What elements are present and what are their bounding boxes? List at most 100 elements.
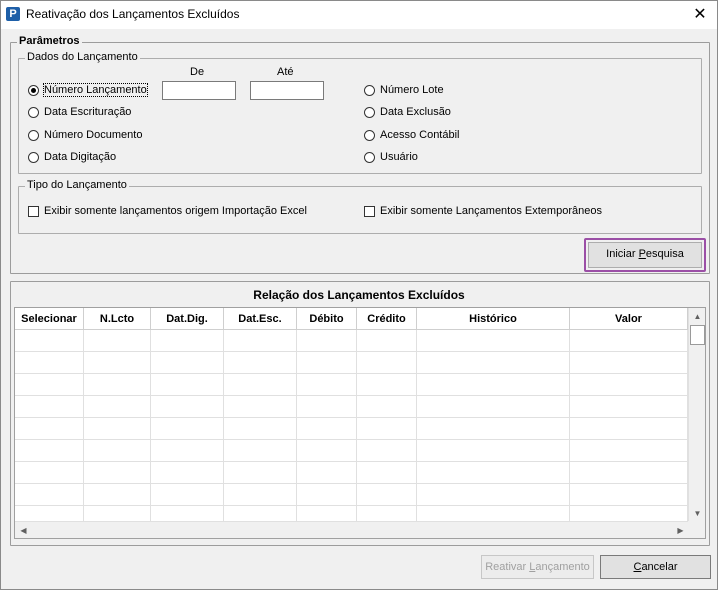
radio-icon[interactable]	[28, 84, 39, 96]
table-cell[interactable]	[151, 374, 224, 396]
table-cell[interactable]	[357, 462, 417, 484]
table-cell[interactable]	[570, 374, 688, 396]
table-cell[interactable]	[570, 396, 688, 418]
table-cell[interactable]	[570, 352, 688, 374]
table-cell[interactable]	[297, 440, 357, 462]
table-cell[interactable]	[297, 418, 357, 440]
ate-input[interactable]	[250, 81, 324, 100]
table-cell[interactable]	[15, 484, 84, 506]
column-header-valor[interactable]: Valor	[570, 308, 688, 330]
scroll-right-icon[interactable]: ▶	[672, 522, 689, 538]
table-cell[interactable]	[417, 440, 570, 462]
table-row[interactable]	[15, 396, 688, 418]
table-cell[interactable]	[224, 440, 297, 462]
table-cell[interactable]	[357, 418, 417, 440]
checkbox-importacao-excel[interactable]: Exibir somente lançamentos origem Import…	[28, 205, 307, 217]
radio-icon[interactable]	[364, 151, 375, 163]
table-cell[interactable]	[224, 374, 297, 396]
scroll-left-icon[interactable]: ◀	[15, 522, 32, 538]
table-row[interactable]	[15, 462, 688, 484]
column-header-nlcto[interactable]: N.Lcto	[84, 308, 151, 330]
radio-data-digitacao[interactable]: Data Digitação	[28, 151, 116, 163]
horizontal-scrollbar[interactable]: ◀ ▶	[15, 521, 689, 538]
vertical-scrollbar[interactable]: ▲ ▼	[688, 308, 705, 522]
radio-acesso-contabil[interactable]: Acesso Contábil	[364, 129, 460, 141]
table-cell[interactable]	[151, 352, 224, 374]
table-cell[interactable]	[417, 418, 570, 440]
checkbox-icon[interactable]	[364, 205, 375, 217]
table-cell[interactable]	[417, 330, 570, 352]
table-cell[interactable]	[151, 462, 224, 484]
table-cell[interactable]	[15, 418, 84, 440]
table-cell[interactable]	[15, 330, 84, 352]
table-cell[interactable]	[297, 462, 357, 484]
table-cell[interactable]	[570, 484, 688, 506]
column-header-datdig[interactable]: Dat.Dig.	[151, 308, 224, 330]
scroll-down-icon[interactable]: ▼	[689, 505, 705, 522]
reativar-lancamento-button[interactable]: Reativar Lançamento	[481, 555, 594, 579]
radio-usuario[interactable]: Usuário	[364, 151, 418, 163]
table-row[interactable]	[15, 352, 688, 374]
table-cell[interactable]	[357, 484, 417, 506]
table-cell[interactable]	[297, 330, 357, 352]
lancamentos-grid[interactable]: Selecionar N.Lcto Dat.Dig. Dat.Esc. Débi…	[14, 307, 706, 539]
column-header-selecionar[interactable]: Selecionar	[15, 308, 84, 330]
table-row[interactable]	[15, 484, 688, 506]
table-cell[interactable]	[84, 330, 151, 352]
table-cell[interactable]	[570, 418, 688, 440]
table-cell[interactable]	[297, 484, 357, 506]
table-cell[interactable]	[357, 374, 417, 396]
vertical-scroll-thumb[interactable]	[690, 325, 705, 345]
table-cell[interactable]	[357, 352, 417, 374]
scroll-up-icon[interactable]: ▲	[689, 308, 705, 325]
table-cell[interactable]	[84, 484, 151, 506]
table-cell[interactable]	[297, 396, 357, 418]
table-cell[interactable]	[151, 484, 224, 506]
radio-icon[interactable]	[28, 129, 39, 141]
table-cell[interactable]	[417, 462, 570, 484]
table-row[interactable]	[15, 418, 688, 440]
table-cell[interactable]	[570, 440, 688, 462]
radio-numero-documento[interactable]: Número Documento	[28, 129, 142, 141]
checkbox-extemporaneos[interactable]: Exibir somente Lançamentos Extemporâneos	[364, 205, 602, 217]
table-cell[interactable]	[84, 396, 151, 418]
radio-data-escrituracao[interactable]: Data Escrituração	[28, 106, 131, 118]
radio-icon[interactable]	[28, 106, 39, 118]
table-cell[interactable]	[84, 352, 151, 374]
close-icon[interactable]: ✕	[683, 1, 717, 29]
radio-icon[interactable]	[364, 106, 375, 118]
table-cell[interactable]	[224, 396, 297, 418]
table-cell[interactable]	[84, 418, 151, 440]
column-header-credito[interactable]: Crédito	[357, 308, 417, 330]
table-cell[interactable]	[417, 374, 570, 396]
table-cell[interactable]	[15, 374, 84, 396]
table-cell[interactable]	[224, 352, 297, 374]
table-cell[interactable]	[15, 462, 84, 484]
table-row[interactable]	[15, 374, 688, 396]
table-cell[interactable]	[357, 330, 417, 352]
table-cell[interactable]	[151, 418, 224, 440]
table-row[interactable]	[15, 330, 688, 352]
table-cell[interactable]	[151, 396, 224, 418]
radio-numero-lancamento[interactable]: Número Lançamento	[28, 83, 148, 97]
table-cell[interactable]	[224, 484, 297, 506]
table-cell[interactable]	[151, 330, 224, 352]
radio-icon[interactable]	[364, 84, 375, 96]
cancelar-button[interactable]: Cancelar	[600, 555, 711, 579]
table-cell[interactable]	[357, 396, 417, 418]
table-cell[interactable]	[417, 484, 570, 506]
table-cell[interactable]	[84, 440, 151, 462]
table-cell[interactable]	[297, 352, 357, 374]
table-cell[interactable]	[15, 396, 84, 418]
table-cell[interactable]	[224, 462, 297, 484]
iniciar-pesquisa-button[interactable]: Iniciar Pesquisa	[588, 242, 702, 268]
table-cell[interactable]	[224, 330, 297, 352]
table-cell[interactable]	[570, 462, 688, 484]
radio-icon[interactable]	[28, 151, 39, 163]
table-cell[interactable]	[570, 330, 688, 352]
table-cell[interactable]	[417, 396, 570, 418]
table-cell[interactable]	[15, 352, 84, 374]
table-cell[interactable]	[151, 440, 224, 462]
column-header-debito[interactable]: Débito	[297, 308, 357, 330]
table-cell[interactable]	[417, 352, 570, 374]
